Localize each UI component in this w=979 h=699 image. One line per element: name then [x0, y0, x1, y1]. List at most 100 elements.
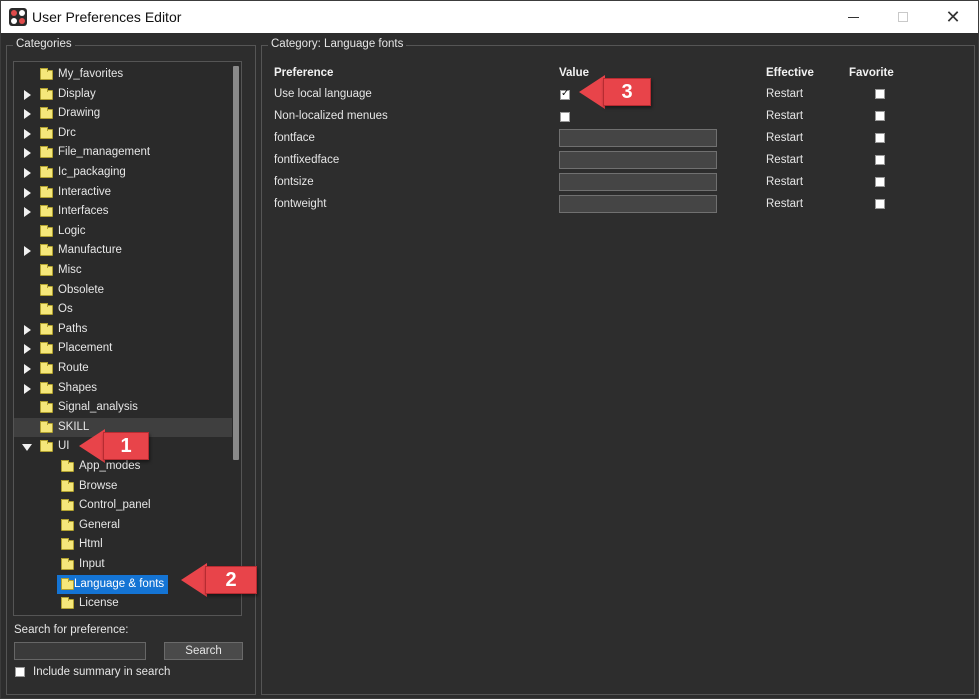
value-checkbox[interactable]: [560, 88, 570, 100]
tree-item[interactable]: Paths: [14, 320, 232, 340]
callout-3-label: 3: [603, 78, 651, 106]
favorite-checkbox[interactable]: [875, 89, 885, 99]
favorite-checkbox[interactable]: [875, 155, 885, 165]
expand-arrow-icon[interactable]: [22, 104, 32, 124]
tree-item-label: Interfaces: [58, 205, 109, 218]
tree-item[interactable]: Manufacture: [14, 241, 232, 261]
folder-icon: [40, 381, 53, 394]
tree-item[interactable]: Logic: [14, 222, 232, 242]
minimize-icon: [847, 16, 859, 18]
folder-icon: [40, 87, 53, 100]
favorite-checkbox[interactable]: [875, 177, 885, 187]
tree-item-label: Interactive: [58, 185, 112, 198]
value-input[interactable]: [559, 173, 717, 191]
value-input[interactable]: [559, 151, 717, 169]
favorite-checkbox[interactable]: [875, 133, 885, 143]
value-input[interactable]: [559, 129, 717, 147]
search-label: Search for preference:: [14, 624, 129, 636]
window-title: User Preferences Editor: [32, 9, 182, 25]
folder-icon: [61, 538, 74, 551]
folder-icon: [40, 283, 53, 296]
favorite-column-header: Favorite: [849, 67, 894, 79]
close-button[interactable]: ✕: [928, 1, 978, 33]
tree-item-label: Drawing: [58, 107, 101, 120]
tree-item-label: Misc: [58, 264, 82, 276]
tree-item[interactable]: Misc: [14, 261, 232, 281]
tree-item[interactable]: Html: [14, 535, 232, 555]
app-logo-icon: [9, 8, 27, 26]
preferences-window: User Preferences Editor ✕ Categories My_…: [0, 0, 979, 699]
categories-legend: Categories: [13, 38, 75, 50]
category-tree[interactable]: My_favorites Display Drawing Drc File_manage…: [13, 61, 242, 616]
effective-value: Restart: [766, 88, 804, 100]
tree-item[interactable]: Ic_packaging: [14, 163, 232, 183]
effective-value: Restart: [766, 110, 804, 122]
tree-item-label: Manufacture: [58, 244, 122, 257]
search-input[interactable]: [14, 642, 146, 660]
expand-arrow-icon[interactable]: [22, 85, 32, 105]
minimize-button[interactable]: [828, 1, 878, 33]
preference-name: fontweight: [274, 198, 327, 210]
folder-icon: [40, 166, 53, 178]
tree-item[interactable]: License: [14, 594, 232, 614]
folder-icon: [40, 401, 53, 414]
expand-arrow-icon[interactable]: [22, 124, 32, 144]
favorite-checkbox[interactable]: [875, 199, 885, 209]
tree-item-label: Shapes: [58, 381, 98, 394]
tree-item[interactable]: Control_panel: [14, 496, 232, 516]
expand-arrow-icon[interactable]: [22, 359, 32, 379]
tree-item[interactable]: Display: [14, 85, 232, 105]
expand-arrow-icon[interactable]: [22, 320, 32, 340]
tree-item[interactable]: Shapes: [14, 379, 232, 399]
tree-item[interactable]: Os: [14, 300, 232, 320]
tree-item[interactable]: Drc: [14, 124, 232, 144]
expand-arrow-icon[interactable]: [22, 183, 32, 203]
tree-item-label: UI: [58, 440, 70, 453]
preference-name: fontface: [274, 132, 315, 144]
expand-arrow-icon[interactable]: [22, 143, 32, 163]
tree-item-label: Os: [58, 303, 73, 316]
collapse-arrow-icon[interactable]: [22, 437, 32, 457]
callout-1: 1: [79, 429, 149, 463]
expand-arrow-icon[interactable]: [22, 163, 32, 183]
tree-item-label: License: [79, 597, 119, 610]
value-input[interactable]: [559, 195, 717, 213]
folder-icon: [40, 440, 53, 453]
folder-icon: [61, 558, 74, 570]
close-icon: ✕: [945, 6, 961, 27]
tree-item[interactable]: Drawing: [14, 104, 232, 124]
tree-item[interactable]: Interactive: [14, 183, 232, 203]
effective-value: Restart: [766, 154, 804, 166]
folder-icon: [40, 303, 53, 316]
folder-icon: [40, 322, 53, 335]
folder-icon: [61, 518, 74, 531]
folder-icon: [61, 577, 74, 590]
maximize-button[interactable]: [878, 1, 928, 33]
tree-item[interactable]: File_management: [14, 143, 232, 163]
tree-item[interactable]: My_favorites: [14, 65, 232, 85]
tree-item[interactable]: Browse: [14, 477, 232, 497]
tree-item[interactable]: Interfaces: [14, 202, 232, 222]
expand-arrow-icon[interactable]: [22, 241, 32, 261]
folder-icon: [61, 460, 74, 472]
tree-item[interactable]: Placement: [14, 339, 232, 359]
include-summary-checkbox[interactable]: [15, 667, 25, 677]
tree-item-label: Input: [79, 558, 105, 570]
callout-2-label: 2: [205, 566, 257, 594]
tree-item-label: My_favorites: [58, 68, 124, 80]
expand-arrow-icon[interactable]: [22, 379, 32, 399]
value-checkbox[interactable]: [560, 112, 570, 122]
expand-arrow-icon[interactable]: [22, 339, 32, 359]
expand-arrow-icon[interactable]: [22, 202, 32, 222]
tree-item[interactable]: Signal_analysis: [14, 398, 232, 418]
folder-icon: [40, 224, 53, 237]
tree-item[interactable]: Route: [14, 359, 232, 379]
callout-2: 2: [181, 563, 257, 597]
effective-column-header: Effective: [766, 67, 814, 79]
preference-name: Use local language: [274, 88, 372, 100]
tree-scrollbar[interactable]: [233, 66, 239, 460]
favorite-checkbox[interactable]: [875, 111, 885, 121]
tree-item[interactable]: Obsolete: [14, 281, 232, 301]
tree-item[interactable]: General: [14, 516, 232, 536]
search-button[interactable]: Search: [164, 642, 243, 660]
